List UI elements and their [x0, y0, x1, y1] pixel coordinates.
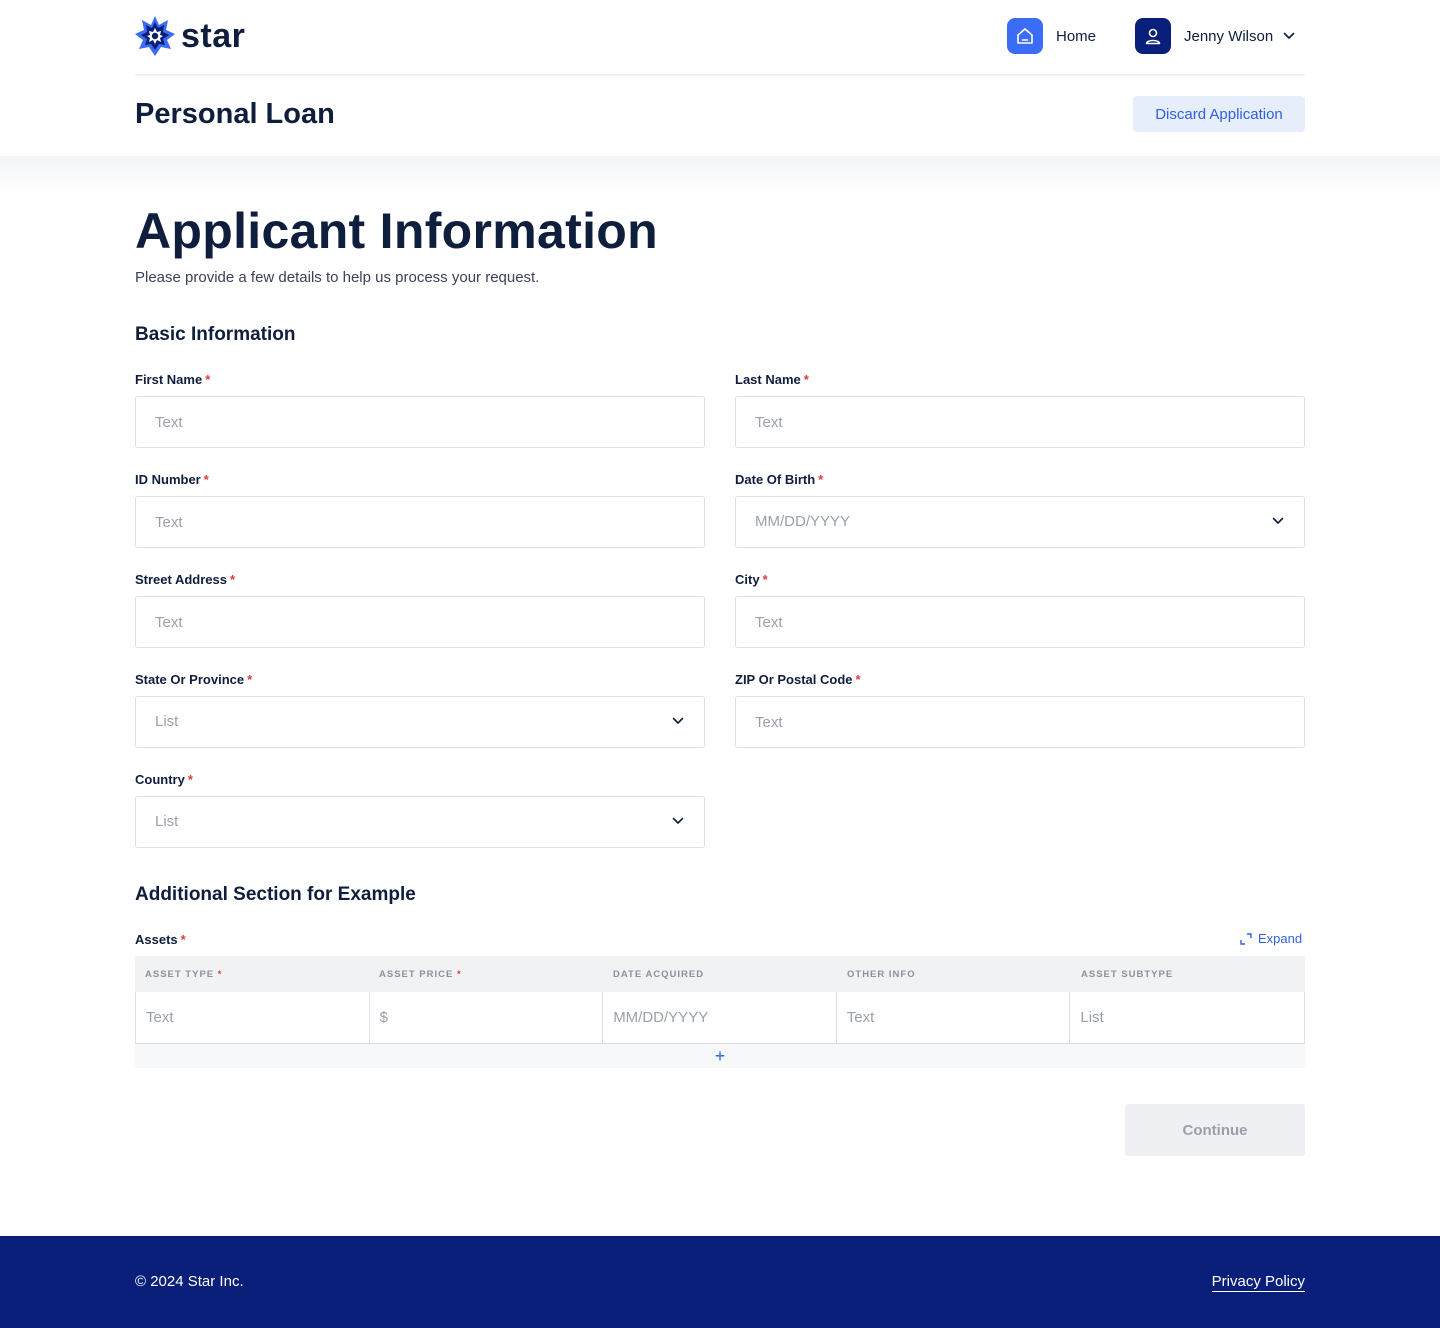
street-address-input[interactable]: [135, 596, 705, 648]
footer: © 2024 Star Inc. Privacy Policy: [0, 1236, 1440, 1328]
required-marker: *: [217, 969, 223, 980]
header-shadow: [0, 156, 1440, 196]
required-marker: *: [247, 672, 253, 687]
chevron-down-icon: [1283, 32, 1295, 39]
page-header: Personal Loan Discard Application: [135, 78, 1305, 156]
brand-logo[interactable]: star: [135, 15, 245, 57]
expand-table-link[interactable]: Expand: [1240, 931, 1302, 946]
asset-type-cell[interactable]: Text: [136, 992, 370, 1043]
brand-name: star: [181, 16, 246, 55]
first-name-input[interactable]: [135, 396, 705, 448]
col-header-asset-subtype: ASSET SUBTYPE: [1071, 956, 1305, 992]
country-placeholder: List: [155, 813, 179, 830]
required-marker: *: [855, 672, 861, 687]
state-placeholder: List: [155, 713, 179, 730]
assets-table: ASSET TYPE * ASSET PRICE * DATE ACQUIRED…: [135, 956, 1305, 1068]
dob-label: Date Of Birth *: [735, 472, 823, 487]
id-number-label: ID Number *: [135, 472, 209, 487]
first-name-label-text: First Name: [135, 372, 203, 387]
user-menu[interactable]: Jenny Wilson: [1135, 18, 1295, 54]
required-marker: *: [762, 572, 768, 587]
required-marker: *: [803, 372, 809, 387]
zip-label-text: ZIP Or Postal Code: [735, 672, 853, 687]
required-marker: *: [818, 472, 824, 487]
star-logo-icon: [135, 16, 175, 56]
assets-table-header: ASSET TYPE * ASSET PRICE * DATE ACQUIRED…: [135, 956, 1305, 992]
required-marker: *: [180, 932, 186, 947]
asset-subtype-cell[interactable]: List: [1070, 992, 1304, 1043]
page-title: Personal Loan: [135, 98, 335, 130]
nav-home-link[interactable]: Home: [1007, 18, 1096, 54]
zip-input[interactable]: [735, 696, 1305, 748]
chevron-down-icon: [1272, 517, 1284, 524]
col-header-other-info: OTHER INFO: [837, 956, 1071, 992]
basic-info-heading: Basic Information: [135, 324, 296, 345]
id-number-input[interactable]: [135, 496, 705, 548]
state-label-text: State Or Province: [135, 672, 245, 687]
required-marker: *: [230, 572, 236, 587]
expand-icon: [1240, 932, 1252, 945]
street-address-label: Street Address *: [135, 572, 235, 587]
form-title: Applicant Information: [135, 203, 658, 259]
state-select[interactable]: List: [135, 696, 705, 748]
col-header-asset-type: ASSET TYPE *: [135, 956, 369, 992]
privacy-policy-link[interactable]: Privacy Policy: [1211, 1273, 1305, 1292]
add-row-button[interactable]: +: [135, 1044, 1305, 1068]
table-row: Text $ MM/DD/YYYY Text List: [135, 992, 1305, 1044]
assets-label: Assets *: [135, 932, 186, 947]
home-icon: [1007, 18, 1043, 54]
required-marker: *: [205, 372, 211, 387]
copyright-text: © 2024 Star Inc.: [135, 1273, 244, 1290]
user-name: Jenny Wilson: [1184, 27, 1274, 45]
required-marker: *: [187, 772, 193, 787]
last-name-label: Last Name *: [735, 372, 809, 387]
city-label-text: City: [735, 572, 760, 587]
continue-button[interactable]: Continue: [1125, 1104, 1305, 1156]
top-nav-bar: star Home Jenny Wilson: [135, 0, 1305, 76]
country-label-text: Country: [135, 772, 185, 787]
city-label: City *: [735, 572, 768, 587]
chevron-down-icon: [672, 817, 684, 824]
date-acquired-cell[interactable]: MM/DD/YYYY: [603, 992, 837, 1043]
city-input[interactable]: [735, 596, 1305, 648]
required-marker: *: [457, 969, 462, 980]
assets-label-text: Assets: [135, 932, 178, 947]
last-name-input[interactable]: [735, 396, 1305, 448]
other-info-cell[interactable]: Text: [837, 992, 1071, 1043]
state-label: State Or Province *: [135, 672, 252, 687]
street-address-label-text: Street Address: [135, 572, 227, 587]
expand-label: Expand: [1258, 931, 1303, 946]
dob-placeholder: MM/DD/YYYY: [755, 513, 851, 530]
nav-home-label: Home: [1056, 27, 1097, 45]
last-name-label-text: Last Name: [735, 372, 801, 387]
col-header-label: OTHER INFO: [847, 969, 916, 980]
dob-picker[interactable]: MM/DD/YYYY: [735, 496, 1305, 548]
col-header-asset-price: ASSET PRICE *: [369, 956, 603, 992]
col-header-label: ASSET SUBTYPE: [1081, 969, 1174, 980]
top-header: star Home Jenny Wilson Personal Loan Dis…: [0, 0, 1440, 156]
col-header-label: DATE ACQUIRED: [613, 969, 705, 980]
asset-price-cell[interactable]: $: [370, 992, 604, 1043]
required-marker: *: [203, 472, 209, 487]
country-label: Country *: [135, 772, 193, 787]
first-name-label: First Name *: [135, 372, 210, 387]
col-header-date-acquired: DATE ACQUIRED: [603, 956, 837, 992]
chevron-down-icon: [672, 717, 684, 724]
id-number-label-text: ID Number: [135, 472, 201, 487]
dob-label-text: Date Of Birth: [735, 472, 816, 487]
zip-label: ZIP Or Postal Code *: [735, 672, 861, 687]
additional-section-heading: Additional Section for Example: [135, 884, 416, 905]
user-icon: [1135, 18, 1171, 54]
col-header-label: ASSET PRICE: [379, 969, 454, 980]
form-subtitle: Please provide a few details to help us …: [135, 269, 540, 286]
discard-application-button[interactable]: Discard Application: [1133, 96, 1305, 132]
country-select[interactable]: List: [135, 796, 705, 848]
col-header-label: ASSET TYPE: [145, 969, 215, 980]
